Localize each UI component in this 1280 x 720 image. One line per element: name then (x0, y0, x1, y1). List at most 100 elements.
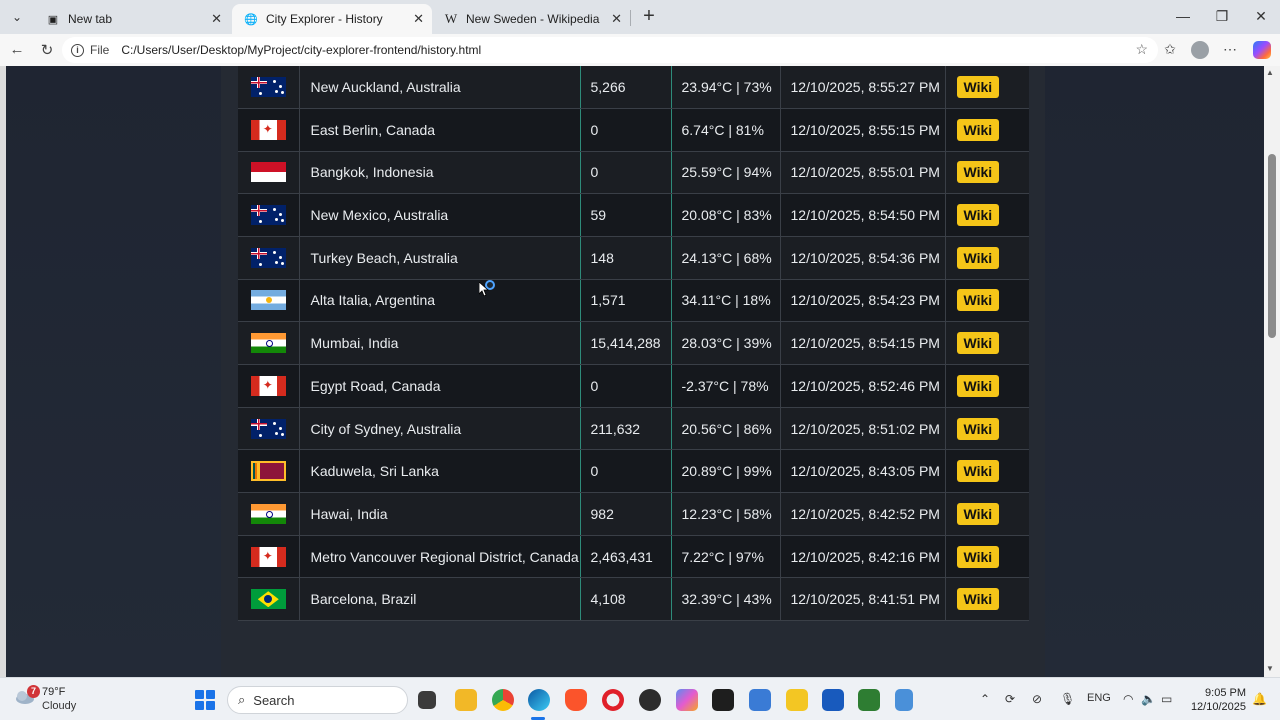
wiki-button[interactable]: Wiki (956, 460, 1000, 483)
tab-actions-menu-button[interactable]: ⌄ (6, 7, 28, 27)
wiki-button[interactable]: Wiki (956, 76, 1000, 99)
minimize-button[interactable]: — (1173, 8, 1193, 24)
wiki-button[interactable]: Wiki (956, 374, 1000, 397)
back-button[interactable]: ← (8, 41, 26, 58)
wiki-cell: Wiki (945, 449, 1029, 494)
city-cell: East Berlin, Canada (299, 108, 580, 152)
language-indicator[interactable]: ENG (1087, 692, 1111, 704)
info-icon[interactable]: i (71, 43, 84, 57)
timestamp-cell: 12/10/2025, 8:41:51 PM (780, 577, 946, 622)
network-off-icon[interactable]: ⊘ (1032, 692, 1042, 706)
tab-new-tab[interactable]: ▣ New tab ✕ (34, 4, 230, 34)
scrollbar-thumb[interactable] (1268, 154, 1276, 338)
sync-icon[interactable]: ⟳ (1005, 692, 1015, 706)
settings-more-button[interactable]: ⋯ (1220, 41, 1240, 58)
flag-cell (238, 535, 300, 579)
wiki-button[interactable]: Wiki (956, 588, 1000, 611)
system-clock[interactable]: 9:05 PM 12/10/2025 (1190, 686, 1246, 714)
copilot-app-icon[interactable] (676, 689, 698, 711)
tab-city-explorer-history[interactable]: 🌐 City Explorer - History ✕ (232, 4, 432, 34)
flag-star (274, 90, 278, 94)
chrome-icon[interactable] (492, 689, 514, 711)
sri-lanka-flag-icon (250, 461, 286, 482)
scroll-down-icon[interactable]: ▼ (1266, 664, 1274, 673)
chevron-down-icon: ⌄ (11, 10, 23, 24)
sticky-app-icon[interactable] (786, 689, 808, 711)
wiki-cell: Wiki (945, 66, 1029, 109)
wiki-cell: Wiki (945, 279, 1029, 323)
city-cell: Alta Italia, Argentina (299, 279, 580, 323)
wiki-button[interactable]: Wiki (956, 289, 1000, 312)
microphone-icon[interactable]: 🎙 (1060, 692, 1075, 706)
word-icon[interactable] (822, 689, 844, 711)
close-window-button[interactable]: ✕ (1251, 8, 1271, 25)
flag-cell (238, 193, 300, 237)
wiki-button[interactable]: Wiki (956, 417, 1000, 440)
windows-logo-icon (195, 690, 204, 699)
flag-cell (238, 279, 300, 323)
url-text[interactable]: C:/Users/User/Desktop/MyProject/city-exp… (121, 43, 481, 57)
tab-title: New Sweden - Wikipedia (466, 12, 600, 26)
restore-button[interactable]: ❐ (1212, 8, 1232, 25)
australia-flag-icon (250, 205, 286, 226)
task-view-icon[interactable] (418, 691, 436, 709)
australia-flag-icon (250, 77, 286, 98)
edge-icon[interactable] (528, 689, 550, 711)
flag-star (258, 92, 262, 96)
wiki-button[interactable]: Wiki (956, 246, 1000, 269)
india-flag-icon (250, 503, 286, 524)
show-hidden-icons-icon[interactable]: ⌃ (980, 692, 990, 706)
union-jack-canton (250, 205, 267, 217)
taskbar-search[interactable]: ⌕ Search (227, 686, 408, 714)
close-icon[interactable]: ✕ (413, 11, 424, 27)
india-flag-icon (250, 333, 286, 354)
notepad-icon[interactable] (749, 689, 771, 711)
wifi-icon[interactable]: ◠ (1123, 692, 1133, 706)
favorites-button[interactable]: ✩ (1160, 41, 1180, 58)
table-row: Turkey Beach, Australia 148 24.13°C | 68% 1… (238, 236, 1029, 280)
wiki-button[interactable]: Wiki (956, 161, 1000, 184)
wiki-button[interactable]: Wiki (956, 502, 1000, 525)
wiki-button[interactable]: Wiki (956, 545, 1000, 568)
scheme-label: File (90, 43, 110, 57)
snipping-tool-icon[interactable] (895, 689, 913, 711)
wiki-button[interactable]: Wiki (956, 204, 1000, 227)
reload-button[interactable]: ↻ (38, 41, 56, 59)
windows-logo-icon (206, 690, 215, 699)
flag-cell (238, 108, 300, 152)
app-icon[interactable] (639, 689, 661, 711)
canada-flag-icon (250, 375, 286, 396)
union-jack-canton (250, 77, 267, 89)
file-explorer-icon[interactable] (455, 689, 477, 711)
tab-new-sweden-wikipedia[interactable]: W New Sweden - Wikipedia ✕ (432, 4, 630, 34)
scroll-up-icon[interactable]: ▲ (1266, 68, 1274, 77)
flag-star (274, 260, 278, 264)
weather-cell: 20.89°C | 99% (671, 449, 781, 494)
flag-star (272, 250, 276, 254)
restore-icon: ❐ (1215, 8, 1229, 24)
population-cell: 0 (579, 364, 672, 408)
weather-cell: 24.13°C | 68% (671, 236, 781, 280)
new-tab-button[interactable]: + (639, 6, 659, 28)
address-bar[interactable]: i File C:/Users/User/Desktop/MyProject/c… (62, 37, 1158, 63)
copilot-icon[interactable] (1253, 41, 1271, 59)
wiki-button[interactable]: Wiki (956, 118, 1000, 141)
close-icon[interactable]: ✕ (611, 11, 622, 27)
tab-strip: ⌄ ▣ New tab ✕ 🌐 City Explorer - History … (0, 0, 1280, 34)
profile-avatar[interactable] (1191, 41, 1209, 59)
terminal-icon[interactable] (712, 689, 734, 711)
favorite-star-icon[interactable]: ☆ (1135, 41, 1148, 58)
flag-star (274, 218, 278, 222)
spreadsheet-icon[interactable] (858, 689, 880, 711)
city-cell: New Auckland, Australia (299, 66, 580, 109)
close-icon[interactable]: ✕ (211, 11, 222, 27)
volume-icon[interactable]: 🔈 (1141, 692, 1156, 706)
start-button[interactable] (195, 690, 215, 710)
table-row: City of Sydney, Australia 211,632 20.56°C … (238, 407, 1029, 451)
city-cell: New Mexico, Australia (299, 193, 580, 237)
battery-icon[interactable]: ▭ (1161, 692, 1172, 706)
notification-bell-icon[interactable]: 🔔 (1252, 692, 1267, 706)
wiki-button[interactable]: Wiki (956, 332, 1000, 355)
opera-icon[interactable] (602, 689, 624, 711)
brave-icon[interactable] (565, 689, 587, 711)
